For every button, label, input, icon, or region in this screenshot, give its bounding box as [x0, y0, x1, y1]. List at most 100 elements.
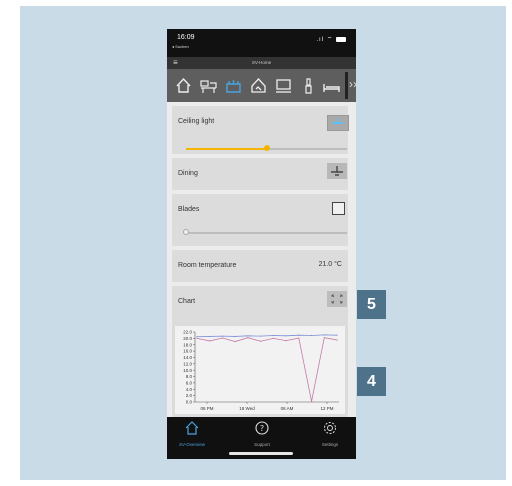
- x-tick-label: 19 Wed: [239, 406, 255, 411]
- y-tick-label: 10.0: [183, 368, 192, 373]
- chart-point: [285, 335, 287, 337]
- y-tick-label: 14.0: [183, 355, 192, 360]
- room-icon-bar: ››: [167, 69, 356, 102]
- room-temperature-label: Room temperature: [178, 262, 237, 269]
- chart-point: [234, 335, 236, 338]
- slider-handle[interactable]: [183, 229, 189, 235]
- back-to-search-link[interactable]: ◂ Suchen: [172, 44, 189, 49]
- blades-card: Blades: [172, 194, 348, 246]
- y-tick-label: 20.0: [183, 336, 192, 341]
- chart-point: [336, 334, 338, 336]
- room-temperature-value: 21.0 °C: [318, 261, 342, 268]
- x-tick-label: 06 PM: [200, 406, 213, 411]
- expand-chart-button[interactable]: [327, 291, 347, 307]
- tab-sv-overview[interactable]: SV-Overview: [167, 421, 217, 447]
- chart-card: Chart 22.0 20.0 18.0 16.0 14.0 12.0 10.0 8.0 6.0…: [172, 286, 348, 417]
- chart-svg: 22.020.018.0 16.014.012.0 10.08.0 6.04.02.0…: [183, 330, 339, 411]
- house-outline-icon[interactable]: [250, 77, 267, 94]
- clock: 16:09: [177, 34, 195, 41]
- chart-series-line: [196, 334, 338, 338]
- tab-settings[interactable]: Settings: [305, 421, 355, 447]
- blades-checkbox[interactable]: [332, 202, 345, 215]
- ceiling-light-slider[interactable]: [186, 145, 347, 151]
- chart-point: [272, 334, 274, 337]
- home-icon[interactable]: [175, 77, 192, 94]
- chart-point: [221, 337, 224, 339]
- blades-slider[interactable]: [183, 229, 347, 235]
- gear-icon: [324, 422, 336, 434]
- tab-label: SV-Overview: [178, 442, 205, 447]
- chart-point: [209, 340, 211, 342]
- chart-point: [260, 340, 262, 342]
- ceiling-light-toggle[interactable]: [327, 115, 349, 131]
- y-tick-label: 2.0: [186, 393, 193, 398]
- desk-icon[interactable]: [200, 77, 217, 94]
- room-controls: Ceiling light Dining Blades Room tempera…: [167, 102, 356, 417]
- y-tick-label: 0.0: [186, 400, 193, 405]
- tab-support[interactable]: ? Support: [237, 421, 287, 447]
- chart-point: [298, 334, 300, 336]
- chart-point: [298, 337, 300, 339]
- chart-point: [323, 334, 325, 336]
- svg-text:?: ?: [260, 424, 264, 433]
- signal-icon: .ıl: [316, 37, 325, 43]
- chart-series-line: [196, 337, 338, 402]
- expand-icon: [331, 294, 343, 304]
- chart-point: [260, 335, 262, 337]
- x-tick-label: 12 PM: [320, 406, 333, 411]
- kitchen-icon[interactable]: [225, 77, 242, 94]
- chart-point: [323, 337, 325, 339]
- tab-label: Support: [254, 442, 270, 447]
- wifi-icon: ⌔: [326, 37, 334, 43]
- dining-label: Dining: [178, 170, 198, 177]
- chevron-right-icon[interactable]: ››: [349, 77, 356, 91]
- chart-point: [221, 335, 224, 337]
- chart-point: [196, 337, 198, 339]
- chart-point: [247, 335, 249, 337]
- ceiling-light-card: Ceiling light: [172, 106, 349, 154]
- tab-label: Settings: [321, 442, 339, 447]
- chart-label: Chart: [178, 298, 196, 305]
- dining-card: Dining: [172, 158, 348, 190]
- chart-point: [196, 336, 198, 338]
- dining-toggle[interactable]: [327, 163, 347, 179]
- y-tick-label: 16.0: [183, 349, 192, 354]
- phone-screen: 16:09 ◂ Suchen .ıl ⌔ ≡ SV-Home ›› Ceilin…: [167, 29, 356, 459]
- chart-point: [272, 337, 274, 339]
- home-indicator[interactable]: [229, 452, 293, 455]
- y-tick-label: 4.0: [186, 387, 193, 392]
- chart-point: [209, 335, 211, 338]
- ceiling-lamp-icon: [332, 118, 344, 124]
- slider-handle[interactable]: [263, 145, 270, 151]
- y-tick-label: 22.0: [183, 330, 192, 335]
- chart-point: [234, 340, 236, 343]
- ceiling-fan-icon: [331, 166, 343, 176]
- app-title-bar: ≡ SV-Home: [167, 57, 356, 69]
- battery-icon: [336, 36, 346, 42]
- slider-fill: [186, 148, 267, 150]
- y-tick-label: 8.0: [186, 374, 193, 379]
- y-tick-label: 12.0: [183, 361, 192, 366]
- bathroom-icon[interactable]: [300, 77, 317, 94]
- room-temperature-card: Room temperature 21.0 °C: [172, 250, 348, 282]
- icon-bar-scrollbar[interactable]: [345, 72, 348, 99]
- x-tick-label: 06 AM: [281, 406, 294, 411]
- bed-icon[interactable]: [323, 77, 340, 94]
- chart-point: [285, 339, 287, 342]
- blades-label: Blades: [178, 206, 200, 213]
- home-icon: [185, 421, 199, 435]
- callout-badge-chart: 4: [357, 367, 386, 396]
- callout-badge-expand: 5: [357, 290, 386, 319]
- ceiling-light-label: Ceiling light: [178, 118, 215, 125]
- system-icons: .ıl ⌔: [316, 35, 346, 43]
- status-bar: 16:09 ◂ Suchen .ıl ⌔: [167, 29, 356, 57]
- chart-point: [336, 339, 338, 341]
- question-icon: ?: [255, 421, 269, 435]
- chart-point: [310, 334, 313, 337]
- y-tick-label: 18.0: [183, 342, 192, 347]
- tv-icon[interactable]: [275, 77, 292, 94]
- temperature-chart: 22.0 20.0 18.0 16.0 14.0 12.0 10.0 8.0 6.0 4.0 2.0…: [175, 326, 345, 414]
- chart-point: [310, 400, 313, 402]
- app-title: SV-Home: [251, 60, 272, 65]
- chart-point: [247, 337, 249, 339]
